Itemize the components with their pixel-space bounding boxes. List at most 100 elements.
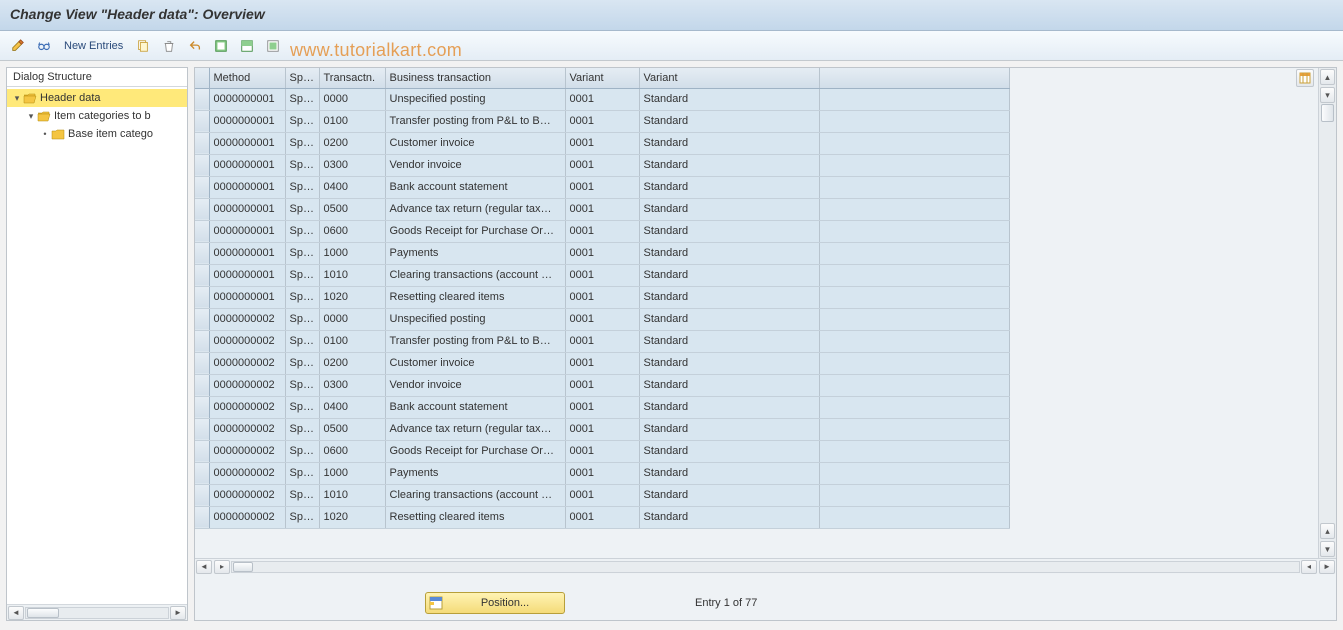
row-selector[interactable] [195,418,209,440]
cell-spl[interactable]: Split… [285,330,319,352]
scroll-track[interactable] [25,607,169,619]
cell-variant[interactable]: 0001 [565,506,639,528]
cell-vartxt[interactable]: Standard [639,154,819,176]
cell-btxt[interactable]: Goods Receipt for Purchase Or… [385,440,565,462]
cell-spl[interactable]: Split… [285,418,319,440]
cell-btxt[interactable]: Advance tax return (regular tax… [385,198,565,220]
table-row[interactable]: 0000000001Split…1010Clearing transaction… [195,264,1010,286]
cell-spl[interactable]: Split… [285,176,319,198]
cell-transactn[interactable]: 1010 [319,484,385,506]
table-hscroll-track[interactable] [231,561,1300,573]
undo-button[interactable] [185,36,205,56]
cell-vartxt[interactable]: Standard [639,396,819,418]
expand-icon[interactable]: • [39,129,51,139]
row-selector[interactable] [195,154,209,176]
column-header-variant[interactable]: Variant [565,68,639,88]
cell-variant[interactable]: 0001 [565,198,639,220]
table-row[interactable]: 0000000002Split…0500Advance tax return (… [195,418,1010,440]
vscroll-track[interactable] [1321,104,1334,522]
row-selector[interactable] [195,176,209,198]
cell-variant[interactable]: 0001 [565,374,639,396]
cell-transactn[interactable]: 1020 [319,286,385,308]
copy-as-button[interactable] [133,36,153,56]
cell-vartxt[interactable]: Standard [639,374,819,396]
collapse-icon[interactable]: ▾ [11,93,23,104]
cell-method[interactable]: 0000000002 [209,462,285,484]
scroll-down-button[interactable]: ▼ [1320,541,1335,557]
cell-variant[interactable]: 0001 [565,242,639,264]
table-row[interactable]: 0000000002Split…0400Bank account stateme… [195,396,1010,418]
table-row[interactable]: 0000000001Split…0200Customer invoice0001… [195,132,1010,154]
cell-vartxt[interactable]: Standard [639,88,819,110]
column-header-vartxt[interactable]: Variant [639,68,819,88]
scroll-right-button[interactable]: ► [170,606,186,620]
position-button[interactable]: Position... [425,592,565,614]
cell-btxt[interactable]: Unspecified posting [385,308,565,330]
cell-transactn[interactable]: 0100 [319,330,385,352]
cell-variant[interactable]: 0001 [565,396,639,418]
cell-variant[interactable]: 0001 [565,110,639,132]
cell-vartxt[interactable]: Standard [639,308,819,330]
cell-method[interactable]: 0000000001 [209,176,285,198]
cell-transactn[interactable]: 0000 [319,308,385,330]
table-row[interactable]: 0000000001Split…1000Payments0001Standard [195,242,1010,264]
table-scroll-left-step-button[interactable]: ▸ [214,560,230,574]
column-header-spl[interactable]: Spl… [285,68,319,88]
other-view-button[interactable] [34,36,54,56]
table-row[interactable]: 0000000002Split…0000Unspecified posting0… [195,308,1010,330]
cell-spl[interactable]: Split… [285,440,319,462]
table-scroll-right-step-button[interactable]: ◂ [1301,560,1317,574]
table-row[interactable]: 0000000001Split…0600Goods Receipt for Pu… [195,220,1010,242]
cell-method[interactable]: 0000000002 [209,374,285,396]
row-selector[interactable] [195,506,209,528]
cell-btxt[interactable]: Customer invoice [385,352,565,374]
cell-spl[interactable]: Split… [285,154,319,176]
row-selector[interactable] [195,286,209,308]
row-selector[interactable] [195,220,209,242]
cell-vartxt[interactable]: Standard [639,132,819,154]
scroll-thumb[interactable] [27,608,59,618]
table-row[interactable]: 0000000002Split…0300Vendor invoice0001St… [195,374,1010,396]
cell-transactn[interactable]: 0200 [319,352,385,374]
row-selector[interactable] [195,396,209,418]
table-row[interactable]: 0000000002Split…1020Resetting cleared it… [195,506,1010,528]
cell-variant[interactable]: 0001 [565,264,639,286]
cell-variant[interactable]: 0001 [565,286,639,308]
tree-node-base-item-catego[interactable]: •Base item catego [7,125,187,143]
display-change-toggle-button[interactable] [8,36,28,56]
cell-spl[interactable]: Split… [285,264,319,286]
cell-vartxt[interactable]: Standard [639,220,819,242]
cell-btxt[interactable]: Vendor invoice [385,154,565,176]
cell-vartxt[interactable]: Standard [639,110,819,132]
cell-spl[interactable]: Split… [285,88,319,110]
cell-variant[interactable]: 0001 [565,154,639,176]
row-selector[interactable] [195,264,209,286]
cell-variant[interactable]: 0001 [565,220,639,242]
cell-vartxt[interactable]: Standard [639,484,819,506]
cell-variant[interactable]: 0001 [565,352,639,374]
row-selector[interactable] [195,462,209,484]
cell-vartxt[interactable]: Standard [639,440,819,462]
table-row[interactable]: 0000000002Split…0200Customer invoice0001… [195,352,1010,374]
cell-vartxt[interactable]: Standard [639,176,819,198]
row-selector[interactable] [195,242,209,264]
cell-spl[interactable]: Split… [285,506,319,528]
cell-variant[interactable]: 0001 [565,484,639,506]
cell-method[interactable]: 0000000002 [209,506,285,528]
new-entries-button[interactable]: New Entries [60,40,127,52]
cell-vartxt[interactable]: Standard [639,462,819,484]
table-hscroll-thumb[interactable] [233,562,253,572]
cell-transactn[interactable]: 0300 [319,154,385,176]
cell-method[interactable]: 0000000002 [209,352,285,374]
cell-btxt[interactable]: Resetting cleared items [385,506,565,528]
configure-columns-button[interactable] [1296,69,1314,87]
tree-node-item-categories-to-b[interactable]: ▾Item categories to b [7,107,187,125]
cell-vartxt[interactable]: Standard [639,286,819,308]
cell-transactn[interactable]: 0500 [319,198,385,220]
cell-transactn[interactable]: 1010 [319,264,385,286]
cell-method[interactable]: 0000000001 [209,132,285,154]
cell-method[interactable]: 0000000002 [209,484,285,506]
scroll-down-step-button[interactable]: ▴ [1320,523,1335,539]
cell-spl[interactable]: Split… [285,286,319,308]
row-selector[interactable] [195,110,209,132]
